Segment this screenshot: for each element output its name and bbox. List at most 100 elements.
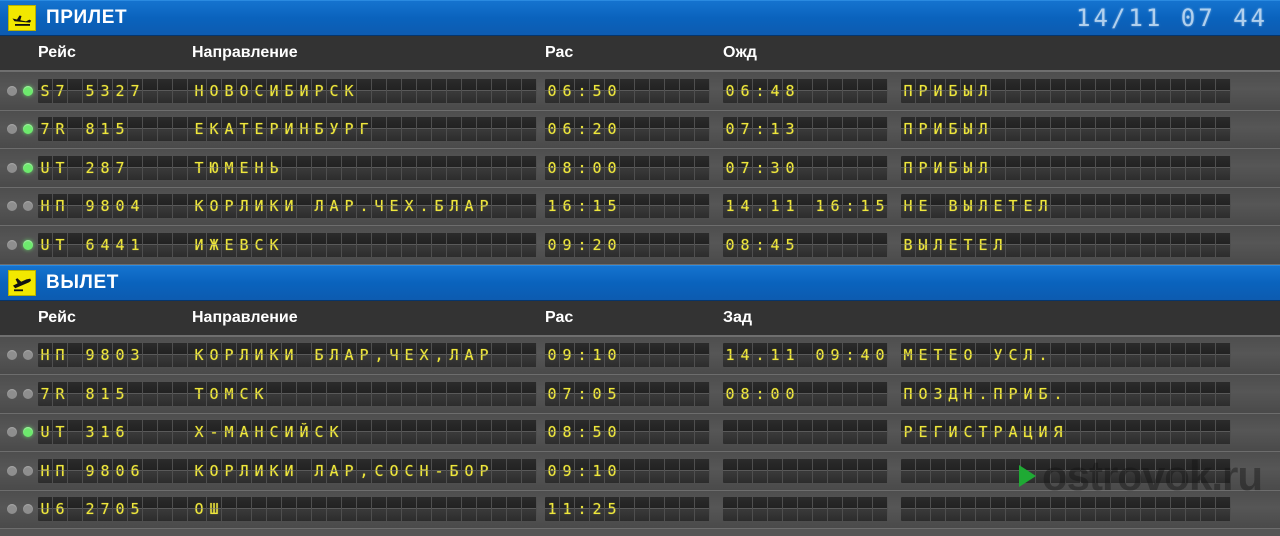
status-dot-active-icon (23, 162, 33, 173)
flap-destination: ЕКАТЕРИНБУРГ (192, 117, 537, 142)
flap-expected: 07:13 (723, 117, 888, 142)
status-dot-inactive-icon (23, 465, 33, 476)
status-dot-inactive-icon (7, 239, 17, 250)
plane-arrival-icon (8, 5, 36, 31)
flap-flight: UT 316 (38, 420, 203, 445)
flap-scheduled: 08:50 (545, 420, 710, 445)
flap-scheduled: 09:20 (545, 232, 710, 257)
status-dot-inactive-icon (7, 124, 17, 135)
flap-flight: 7R 815 (38, 381, 203, 406)
status-dot-inactive-icon (23, 388, 33, 399)
flap-expected: 14.11 16:15 (723, 194, 888, 219)
table-row[interactable]: 7R 815ЕКАТЕРИНБУРГ 06:20 07:13 ПРИБЫЛ (0, 110, 1280, 149)
table-row[interactable]: U6 2705ОШ 11:25 (0, 490, 1280, 529)
flap-flight: НП 9806 (38, 458, 203, 483)
table-row[interactable]: UT 287ТЮМЕНЬ 08:00 07:30 ПРИБЫЛ (0, 149, 1280, 188)
status-indicator-dots (7, 427, 33, 438)
flap-status: ВЫЛЕТЕЛ (901, 232, 1231, 257)
flap-expected (723, 458, 888, 483)
table-row[interactable]: S7 5327НОВОСИБИРСК 06:50 06:48 ПРИБЫЛ (0, 72, 1280, 111)
status-indicator-dots (7, 124, 33, 135)
status-dot-inactive-icon (7, 85, 17, 96)
flap-expected: 08:45 (723, 232, 888, 257)
flap-scheduled: 09:10 (545, 343, 710, 368)
table-row[interactable]: 7R 815ТОМСК 07:05 08:00 ПОЗДН.ПРИБ. (0, 375, 1280, 414)
status-indicator-dots (7, 85, 33, 96)
flap-flight: U6 2705 (38, 497, 203, 522)
departures-row-list: НП 9803КОРЛИКИ БЛАР,ЧЕХ,ЛАР 09:10 14.11 09… (0, 336, 1280, 529)
flap-destination: КОРЛИКИ ЛАР,СОСН-БОР (192, 458, 537, 483)
flap-status: ПРИБЫЛ (901, 155, 1231, 180)
flap-scheduled: 06:50 (545, 78, 710, 103)
flap-expected: 07:30 (723, 155, 888, 180)
column-header-delay: Зад (723, 308, 753, 326)
arrivals-column-header: Рейс Направление Рас Ожд (0, 36, 1280, 72)
status-indicator-dots (7, 239, 33, 250)
flap-status (901, 458, 1231, 483)
status-dot-inactive-icon (7, 350, 17, 361)
flap-expected: 06:48 (723, 78, 888, 103)
table-row[interactable]: НП 9806КОРЛИКИ ЛАР,СОСН-БОР 09:10 (0, 452, 1280, 491)
flap-flight: UT 6441 (38, 232, 203, 257)
column-header-flight: Рейс (38, 308, 76, 326)
flap-flight: 7R 815 (38, 117, 203, 142)
flap-status: РЕГИСТРАЦИЯ (901, 420, 1231, 445)
flap-destination: НОВОСИБИРСК (192, 78, 537, 103)
departures-section-header: ВЫЛЕТ (0, 264, 1280, 301)
clock-display: 14/11 07 44 (1076, 4, 1268, 32)
flap-flight: НП 9804 (38, 194, 203, 219)
flap-scheduled: 11:25 (545, 497, 710, 522)
table-row[interactable]: UT 6441ИЖЕВСК 09:20 08:45 ВЫЛЕТЕЛ (0, 226, 1280, 265)
flap-expected (723, 420, 888, 445)
status-dot-active-icon (23, 239, 33, 250)
plane-departure-icon (8, 269, 36, 296)
flap-flight: S7 5327 (38, 78, 203, 103)
flap-destination: ИЖЕВСК (192, 232, 537, 257)
status-dot-active-icon (23, 124, 33, 135)
flap-status: МЕТЕО УСЛ. (901, 343, 1231, 368)
arrivals-row-list: S7 5327НОВОСИБИРСК 06:50 06:48 ПРИБЫЛ 7R 815… (0, 72, 1280, 265)
flap-status: ПРИБЫЛ (901, 78, 1231, 103)
arrivals-section-header: ПРИЛЕТ 14/11 07 44 (0, 0, 1280, 36)
column-header-scheduled: Рас (545, 44, 574, 61)
flap-destination: Х-МАНСИЙСК (192, 420, 537, 445)
flap-destination: КОРЛИКИ БЛАР,ЧЕХ,ЛАР (192, 343, 537, 368)
flap-expected: 08:00 (723, 381, 888, 406)
column-header-destination: Направление (192, 44, 298, 61)
flap-scheduled: 09:10 (545, 458, 710, 483)
status-dot-inactive-icon (7, 388, 17, 399)
flap-destination: ОШ (192, 497, 537, 522)
status-dot-inactive-icon (7, 427, 17, 438)
flap-destination: ТЮМЕНЬ (192, 155, 537, 180)
table-row[interactable]: НП 9803КОРЛИКИ БЛАР,ЧЕХ,ЛАР 09:10 14.11 09… (0, 336, 1280, 375)
flap-flight: UT 287 (38, 155, 203, 180)
flap-destination: ТОМСК (192, 381, 537, 406)
flap-expected: 14.11 09:40 (723, 343, 888, 368)
status-dot-inactive-icon (7, 201, 17, 212)
column-header-flight: Рейс (38, 44, 76, 61)
flap-flight: НП 9803 (38, 343, 203, 368)
flap-expected (723, 497, 888, 522)
status-dot-active-icon (23, 85, 33, 96)
column-header-scheduled: Рас (545, 308, 574, 326)
status-indicator-dots (7, 162, 33, 173)
status-dot-inactive-icon (7, 162, 17, 173)
flap-scheduled: 07:05 (545, 381, 710, 406)
status-dot-inactive-icon (23, 504, 33, 515)
flap-status: НЕ ВЫЛЕТЕЛ (901, 194, 1231, 219)
flap-destination: КОРЛИКИ ЛАР.ЧЕХ.БЛАР (192, 194, 537, 219)
status-indicator-dots (7, 465, 33, 476)
status-dot-inactive-icon (7, 504, 17, 515)
table-row[interactable]: НП 9804КОРЛИКИ ЛАР.ЧЕХ.БЛАР 16:15 14.11 16… (0, 187, 1280, 226)
status-dot-inactive-icon (23, 201, 33, 212)
status-indicator-dots (7, 504, 33, 515)
status-dot-inactive-icon (23, 350, 33, 361)
status-indicator-dots (7, 388, 33, 399)
flap-scheduled: 06:20 (545, 117, 710, 142)
arrivals-title: ПРИЛЕТ (46, 7, 128, 28)
flap-scheduled: 08:00 (545, 155, 710, 180)
departures-column-header: Рейс Направление Рас Зад (0, 300, 1280, 337)
status-indicator-dots (7, 350, 33, 361)
table-row[interactable]: UT 316Х-МАНСИЙСК 08:50 РЕГИСТРАЦИЯ (0, 413, 1280, 452)
column-header-expected: Ожд (723, 44, 757, 61)
